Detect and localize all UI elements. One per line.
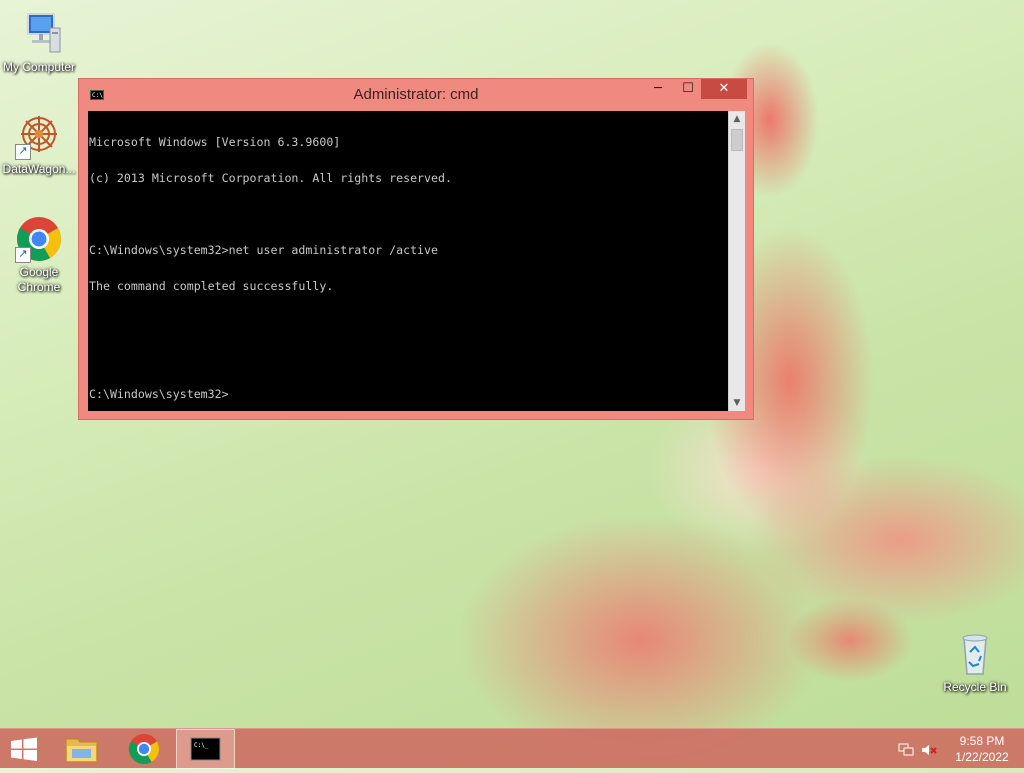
svg-text:C:\_: C:\_ <box>194 742 209 749</box>
console-prompt-line: C:\Windows\system32> <box>89 387 229 401</box>
cmd-window[interactable]: C:\ Administrator: cmd ─ ☐ ✕ Microsoft W… <box>78 78 754 420</box>
datawagon-icon: ↗ <box>15 112 63 160</box>
scroll-down-icon[interactable]: ▼ <box>729 395 745 411</box>
console-line: (c) 2013 Microsoft Corporation. All righ… <box>89 171 452 185</box>
cmd-title-bar[interactable]: C:\ Administrator: cmd ─ ☐ ✕ <box>79 79 753 109</box>
cmd-taskbar-button[interactable]: C:\_ <box>176 729 235 769</box>
desktop-icon-recycle-bin[interactable]: Recycle Bin <box>937 630 1013 695</box>
chrome-icon <box>128 734 160 765</box>
taskbar: C:\_ 9:58 PM 1/22/2022 <box>0 728 1024 769</box>
chrome-icon: ↗ <box>15 215 63 263</box>
start-button[interactable] <box>0 729 48 769</box>
folder-icon <box>65 738 98 763</box>
maximize-button[interactable]: ☐ <box>675 79 701 99</box>
desktop-icon-my-computer[interactable]: My Computer <box>1 10 77 75</box>
console-line: The command completed successfully. <box>89 279 334 293</box>
chrome-taskbar-button[interactable] <box>120 729 168 769</box>
clock-time: 9:58 PM <box>959 734 1005 748</box>
desktop-icon-label: Recycle Bin <box>943 680 1007 694</box>
desktop-icon-google-chrome[interactable]: ↗ Google Chrome <box>1 215 77 295</box>
computer-icon <box>15 10 63 58</box>
system-clock[interactable]: 9:58 PM 1/22/2022 <box>944 733 1020 765</box>
desktop-icon-label: DataWagon... <box>2 162 76 176</box>
console-output[interactable]: Microsoft Windows [Version 6.3.9600] (c)… <box>88 111 728 411</box>
minimize-button[interactable]: ─ <box>645 79 671 99</box>
scroll-up-icon[interactable]: ▲ <box>729 111 745 127</box>
network-icon[interactable] <box>898 742 914 756</box>
cmd-icon: C:\_ <box>190 737 221 761</box>
volume-muted-icon[interactable] <box>921 742 939 756</box>
shortcut-arrow-icon: ↗ <box>15 144 31 160</box>
file-explorer-taskbar-button[interactable] <box>58 729 106 769</box>
close-button[interactable]: ✕ <box>701 79 747 99</box>
clock-date: 1/22/2022 <box>955 750 1009 764</box>
scrollbar-thumb[interactable] <box>731 129 743 151</box>
windows-logo-icon <box>11 737 37 761</box>
desktop-icon-label: Google Chrome <box>17 265 61 294</box>
desktop-icon-label: My Computer <box>2 60 76 74</box>
shortcut-arrow-icon: ↗ <box>15 247 31 263</box>
recycle-bin-icon <box>951 630 999 678</box>
console-line: Microsoft Windows [Version 6.3.9600] <box>89 135 341 149</box>
console-line: C:\Windows\system32>net user administrat… <box>89 243 439 257</box>
desktop-icon-datawagon[interactable]: ↗ DataWagon... <box>1 112 77 177</box>
vertical-scrollbar[interactable]: ▲ ▼ <box>728 111 745 411</box>
